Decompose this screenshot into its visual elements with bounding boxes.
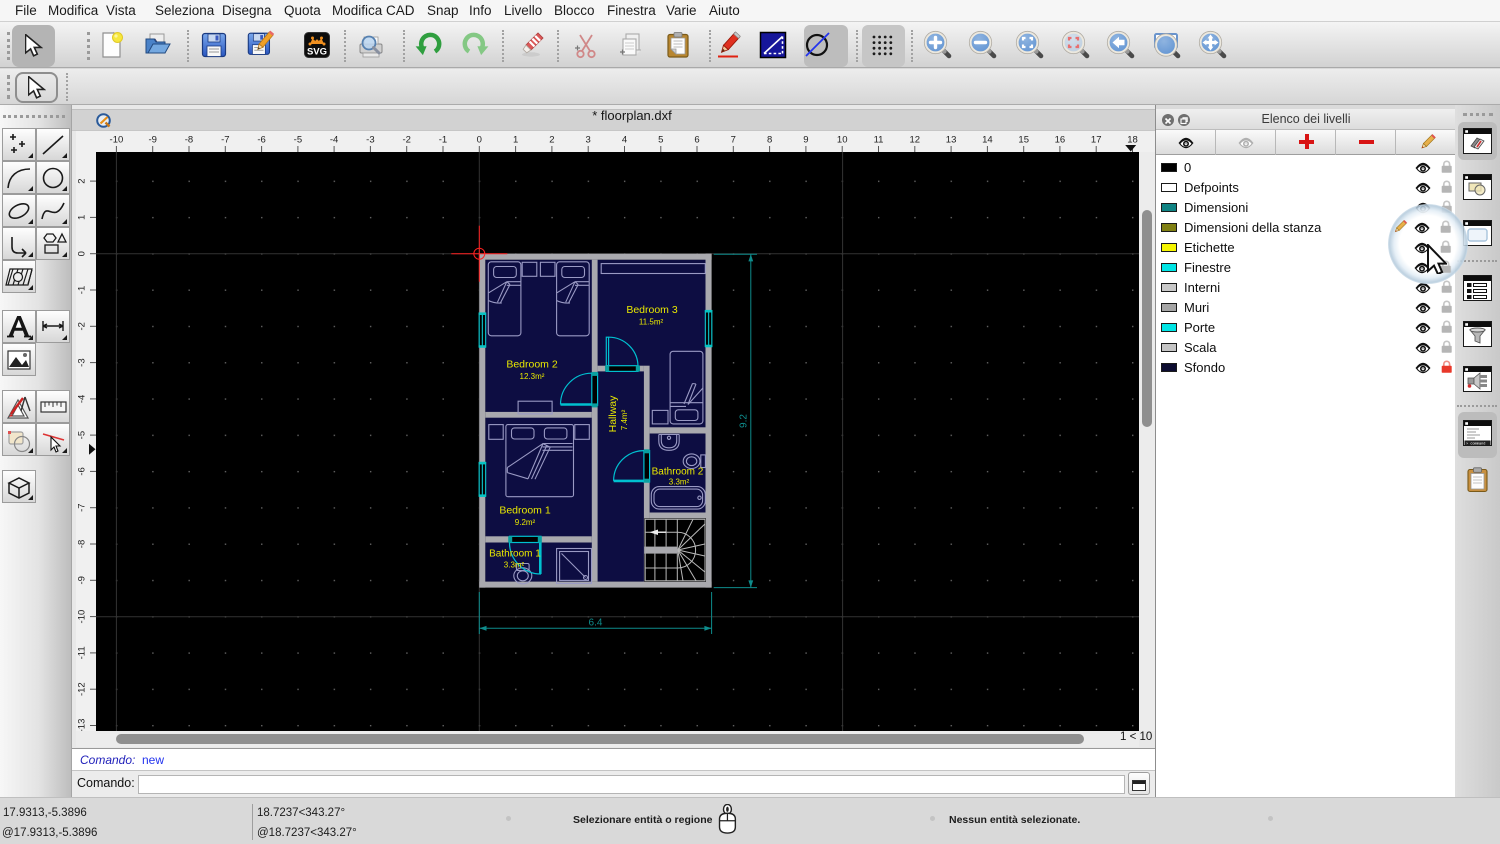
svg-text:1: 1 [77, 215, 88, 220]
svg-text:0: 0 [477, 135, 482, 146]
svg-text:-4: -4 [330, 135, 338, 146]
svg-text:12: 12 [910, 135, 921, 146]
svg-text:11: 11 [874, 135, 884, 146]
svg-text:11.5m²: 11.5m² [639, 318, 664, 327]
svg-text:-8: -8 [185, 135, 193, 146]
svg-text:-11: -11 [77, 646, 88, 659]
svg-text:-10: -10 [110, 135, 124, 146]
svg-text:9.2: 9.2 [739, 414, 750, 428]
svg-text:-9: -9 [148, 135, 156, 146]
svg-text:-7: -7 [77, 503, 88, 511]
svg-text:-2: -2 [402, 135, 410, 146]
svg-text:Bedroom 2: Bedroom 2 [506, 359, 558, 371]
svg-text:-13: -13 [77, 719, 88, 731]
svg-text:-9: -9 [77, 576, 88, 584]
svg-text:-2: -2 [77, 322, 88, 330]
svg-text:2: 2 [549, 135, 554, 146]
svg-text:-5: -5 [294, 135, 302, 146]
svg-text:-10: -10 [77, 610, 88, 624]
svg-text:2: 2 [77, 178, 88, 183]
svg-text:-6: -6 [77, 467, 88, 475]
svg-text:-5: -5 [77, 431, 88, 439]
svg-text:7.4m²: 7.4m² [620, 409, 629, 430]
svg-text:Bedroom 1: Bedroom 1 [499, 505, 551, 517]
svg-text:-7: -7 [221, 135, 229, 146]
svg-text:3.3m²: 3.3m² [669, 478, 690, 487]
svg-text:6: 6 [694, 135, 699, 146]
svg-text:Bathroom 1: Bathroom 1 [489, 549, 541, 560]
svg-text:-6: -6 [257, 135, 265, 146]
svg-text:4: 4 [622, 135, 627, 146]
svg-text:3: 3 [586, 135, 591, 146]
svg-text:> command: > command [1466, 441, 1485, 446]
svg-text:3.3m²: 3.3m² [504, 561, 525, 570]
svg-text:17: 17 [1091, 135, 1102, 146]
svg-text:10: 10 [837, 135, 848, 146]
svg-text:14: 14 [982, 135, 993, 146]
svg-text:18: 18 [1127, 135, 1138, 146]
svg-text:-4: -4 [77, 395, 88, 403]
svg-text:-1: -1 [439, 135, 447, 146]
svg-text:13: 13 [946, 135, 957, 146]
svg-text:7: 7 [731, 135, 736, 146]
svg-text:0: 0 [77, 251, 88, 256]
svg-text:1: 1 [513, 135, 518, 146]
svg-text:16: 16 [1055, 135, 1066, 146]
svg-text:15: 15 [1018, 135, 1029, 146]
svg-text:Hallway: Hallway [607, 395, 619, 433]
svg-text:5: 5 [658, 135, 663, 146]
svg-text:6.4: 6.4 [589, 618, 603, 629]
svg-text:12.3m²: 12.3m² [520, 372, 545, 381]
svg-text:-1: -1 [77, 286, 88, 294]
svg-text:-3: -3 [366, 135, 374, 146]
svg-text:-3: -3 [77, 358, 88, 366]
svg-text:9: 9 [803, 135, 808, 146]
svg-text:SVG: SVG [307, 47, 327, 58]
svg-text:-12: -12 [77, 682, 88, 696]
svg-text:8: 8 [767, 135, 772, 146]
svg-text:Bathroom 2: Bathroom 2 [652, 467, 704, 478]
svg-text:9.2m²: 9.2m² [515, 518, 536, 527]
svg-text:-8: -8 [77, 540, 88, 548]
svg-text:Bedroom 3: Bedroom 3 [626, 304, 678, 316]
